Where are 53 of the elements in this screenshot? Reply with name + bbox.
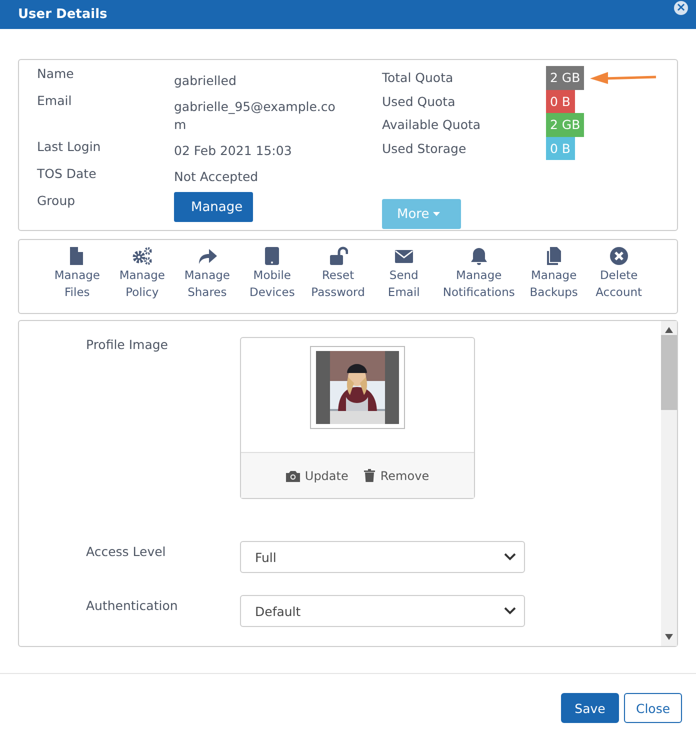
field-label: Group: [37, 193, 76, 209]
chevron-down-icon: [504, 607, 516, 615]
toolbar-button[interactable]: Manage Shares: [181, 246, 234, 313]
toolbar-button[interactable]: Mobile Devices: [246, 246, 298, 313]
field-label: Name: [37, 66, 75, 82]
toolbar-button[interactable]: Send Email: [378, 246, 430, 313]
field-label: Email: [37, 93, 73, 109]
dropdown[interactable]: Full: [240, 541, 525, 573]
dropdown[interactable]: Default: [240, 595, 525, 627]
gears-icon: [132, 246, 152, 266]
toolbar-button[interactable]: Manage Backups: [528, 246, 580, 313]
toolbar-button[interactable]: Manage Notifications: [442, 246, 515, 313]
bell-icon: [468, 246, 489, 266]
field-label: Access Level: [86, 544, 167, 558]
quota-label: Available Quota: [382, 117, 482, 132]
share-arrow-icon: [197, 246, 218, 266]
field-label: TOS Date: [37, 166, 98, 182]
circle-x-icon: [608, 246, 629, 266]
field-label: Authentication: [86, 598, 179, 612]
quota-badge: 2 GB: [546, 66, 584, 90]
quota-badge: 0 B: [546, 90, 575, 113]
save-button[interactable]: Save: [561, 693, 619, 723]
field-label: Profile Image: [86, 337, 169, 354]
camera-icon: [286, 470, 300, 482]
quota-badge: 0 B: [546, 136, 575, 160]
trash-icon: [364, 469, 376, 482]
manage-button[interactable]: Manage: [174, 192, 253, 222]
quota-label: Total Quota: [382, 70, 454, 86]
arrow-drawing: [590, 72, 658, 84]
close-button[interactable]: Close: [624, 693, 682, 723]
scroll-down-icon[interactable]: [665, 634, 673, 640]
quota-badge: 2 GB: [546, 113, 584, 136]
scrollbar-thumb[interactable]: [661, 335, 677, 410]
window-title: User Details: [18, 7, 108, 22]
quota-label: Used Quota: [382, 94, 456, 109]
field-value: gabrielled: [174, 72, 238, 90]
unlock-icon: [328, 246, 348, 266]
scrollbar[interactable]: [661, 321, 677, 646]
toolbar-button[interactable]: Delete Account: [592, 246, 645, 313]
field-value: gabrielle_95@example.com: [174, 98, 336, 134]
field-value: 02 Feb 2021 15:03: [174, 142, 293, 160]
chevron-down-icon: [504, 553, 516, 561]
toolbar-button[interactable]: Manage Files: [51, 246, 104, 313]
close-icon[interactable]: ×: [674, 0, 688, 14]
quota-label: Used Storage: [382, 140, 468, 156]
toolbar-button[interactable]: Reset Password: [311, 246, 365, 313]
remove-button[interactable]: Remove: [364, 468, 430, 482]
update-button[interactable]: Update: [286, 468, 348, 482]
toolbar-button[interactable]: Manage Policy: [116, 246, 168, 313]
caret-icon: [433, 212, 440, 216]
field-value: Not Accepted: [174, 168, 260, 186]
field-label: Last Login: [37, 139, 102, 155]
scroll-up-icon[interactable]: [665, 327, 673, 333]
